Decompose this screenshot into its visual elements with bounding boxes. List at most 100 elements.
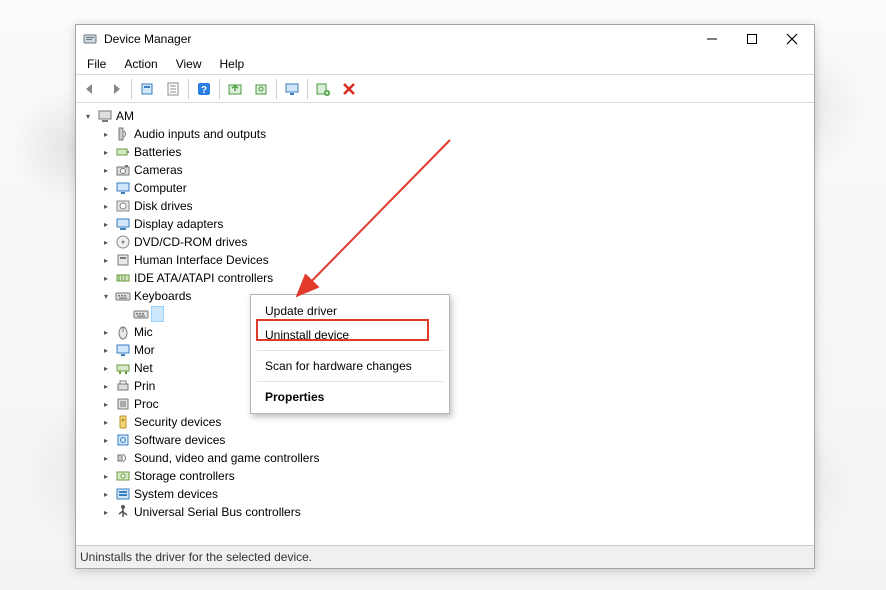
tree-item-label: Software devices — [134, 433, 225, 447]
tree-root-label: AM — [116, 109, 134, 123]
tree-item-label: Prin — [134, 379, 155, 393]
context-menu-item[interactable]: Scan for hardware changes — [251, 354, 449, 378]
sound-icon — [115, 450, 131, 466]
context-menu-item[interactable]: Update driver — [251, 299, 449, 323]
tree-item-mice[interactable]: ▸Mic — [100, 323, 808, 341]
scan-button[interactable] — [249, 78, 273, 100]
tree-root[interactable]: ▾ AM — [82, 107, 808, 125]
tree-item-software[interactable]: ▸ Software devices — [100, 431, 808, 449]
expand-icon[interactable]: ▸ — [100, 362, 112, 374]
tree-item-storage[interactable]: ▸ Storage controllers — [100, 467, 808, 485]
expand-icon[interactable]: ▸ — [100, 380, 112, 392]
cpu-icon — [115, 396, 131, 412]
menu-help[interactable]: Help — [213, 55, 252, 73]
menu-file[interactable]: File — [80, 55, 113, 73]
context-menu-separator — [257, 381, 443, 382]
tree-item-label: DVD/CD-ROM drives — [134, 235, 247, 249]
tree-item-kb0[interactable] — [118, 305, 808, 323]
tree-item-keyboards[interactable]: ▾ Keyboards — [100, 287, 808, 305]
tree-item-batteries[interactable]: ▸Batteries — [100, 143, 808, 161]
tree-item-monitors[interactable]: ▸Mor — [100, 341, 808, 359]
tree-item-usb[interactable]: ▸Universal Serial Bus controllers — [100, 503, 808, 521]
tree-item-label: Proc — [134, 397, 159, 411]
tree-item-hid[interactable]: ▸ Human Interface Devices — [100, 251, 808, 269]
tree-item-label: Keyboards — [134, 289, 191, 303]
toolbar-separator — [188, 79, 189, 99]
expand-icon[interactable]: ▸ — [100, 416, 112, 428]
expand-icon[interactable]: ▸ — [100, 398, 112, 410]
expand-icon[interactable]: ▸ — [100, 164, 112, 176]
tree-item-dvd[interactable]: ▸ DVD/CD-ROM drives — [100, 233, 808, 251]
monitor-button[interactable] — [280, 78, 304, 100]
tree-item-computer[interactable]: ▸Computer — [100, 179, 808, 197]
toolbar-separator — [307, 79, 308, 99]
tree-item-label: Display adapters — [134, 217, 223, 231]
expand-icon[interactable]: ▸ — [100, 254, 112, 266]
help-button[interactable]: ? — [192, 78, 216, 100]
show-hidden-button[interactable] — [135, 78, 159, 100]
keyboard-icon — [115, 288, 131, 304]
expand-icon[interactable]: ▸ — [100, 506, 112, 518]
expand-icon[interactable]: ▸ — [100, 452, 112, 464]
expand-icon[interactable]: ▸ — [100, 128, 112, 140]
collapse-icon[interactable]: ▾ — [100, 290, 112, 302]
tree-item-disk[interactable]: ▸ Disk drives — [100, 197, 808, 215]
properties-button[interactable] — [161, 78, 185, 100]
tree-item-proc[interactable]: ▸ Proc — [100, 395, 808, 413]
tree-item-label: Storage controllers — [134, 469, 235, 483]
expand-icon[interactable]: ▸ — [100, 344, 112, 356]
minimize-button[interactable] — [692, 26, 732, 52]
expand-icon[interactable]: ▸ — [100, 470, 112, 482]
close-button[interactable] — [772, 26, 812, 52]
back-button[interactable] — [78, 78, 102, 100]
tree-item-label: Net — [134, 361, 153, 375]
tree-item-label — [152, 307, 163, 321]
expand-icon[interactable]: ▸ — [100, 200, 112, 212]
expand-icon[interactable]: ▸ — [100, 488, 112, 500]
add-legacy-button[interactable] — [311, 78, 335, 100]
tree-item-label: Human Interface Devices — [134, 253, 269, 267]
menu-action[interactable]: Action — [117, 55, 164, 73]
context-menu-item[interactable]: Uninstall device — [251, 323, 449, 347]
tree-item-display[interactable]: ▸ Display adapters — [100, 215, 808, 233]
toolbar-separator — [131, 79, 132, 99]
expand-icon[interactable]: ▸ — [100, 272, 112, 284]
storage-icon — [115, 468, 131, 484]
menu-view[interactable]: View — [169, 55, 209, 73]
hid-icon — [115, 252, 131, 268]
expand-icon[interactable]: ▸ — [100, 218, 112, 230]
tree-item-print[interactable]: ▸ Prin — [100, 377, 808, 395]
collapse-icon[interactable]: ▾ — [82, 110, 94, 122]
forward-button[interactable] — [104, 78, 128, 100]
tree-item-security[interactable]: ▸Security devices — [100, 413, 808, 431]
titlebar: Device Manager — [76, 25, 814, 53]
expand-icon[interactable]: ▸ — [100, 182, 112, 194]
uninstall-button[interactable] — [337, 78, 361, 100]
expand-icon[interactable]: ▸ — [100, 326, 112, 338]
tree-item-label: Cameras — [134, 163, 183, 177]
tree-item-audio[interactable]: ▸ Audio inputs and outputs — [100, 125, 808, 143]
dvd-icon — [115, 234, 131, 250]
tree-item-network[interactable]: ▸ Net — [100, 359, 808, 377]
context-menu-item[interactable]: Properties — [251, 385, 449, 409]
toolbar-separator — [276, 79, 277, 99]
tree-item-sound[interactable]: ▸Sound, video and game controllers — [100, 449, 808, 467]
expand-icon[interactable]: ▸ — [100, 236, 112, 248]
maximize-button[interactable] — [732, 26, 772, 52]
statusbar: Uninstalls the driver for the selected d… — [76, 546, 814, 568]
tree-item-label: IDE ATA/ATAPI controllers — [134, 271, 273, 285]
tree-item-cameras[interactable]: ▸ Cameras — [100, 161, 808, 179]
tree-item-ide[interactable]: ▸ IDE ATA/ATAPI controllers — [100, 269, 808, 287]
expand-icon[interactable]: ▸ — [100, 434, 112, 446]
svg-text:?: ? — [201, 85, 207, 96]
software-icon — [115, 432, 131, 448]
tree-item-system[interactable]: ▸System devices — [100, 485, 808, 503]
tree-item-label: Disk drives — [134, 199, 193, 213]
monitor-icon — [115, 180, 131, 196]
window-title: Device Manager — [104, 32, 191, 46]
update-driver-button[interactable] — [223, 78, 247, 100]
camera-icon — [115, 162, 131, 178]
expand-icon[interactable]: ▸ — [100, 146, 112, 158]
usb-icon — [115, 504, 131, 520]
tree-item-label: Audio inputs and outputs — [134, 127, 266, 141]
